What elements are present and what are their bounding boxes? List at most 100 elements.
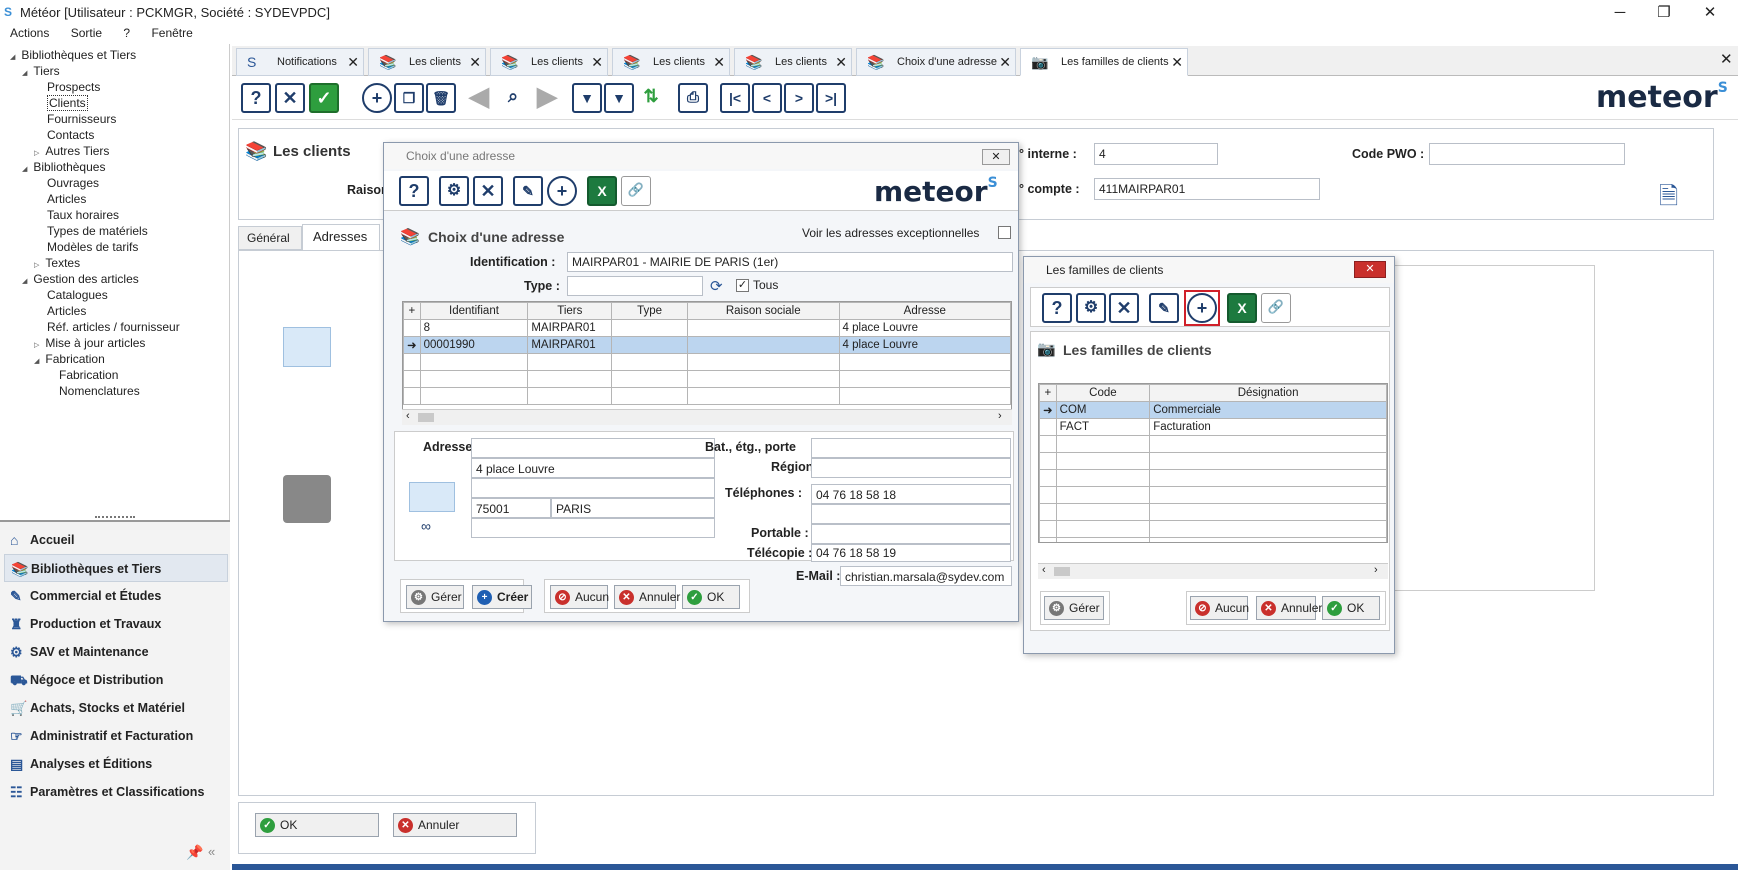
tree-item[interactable]: ◢ Bibliothèques xyxy=(22,160,105,174)
tab-close-icon[interactable]: ✕ xyxy=(347,49,359,75)
tree-item[interactable]: Nomenclatures xyxy=(46,384,140,398)
tree-item[interactable]: Fournisseurs xyxy=(34,112,116,126)
tree-item[interactable]: ▷ Mise à jour articles xyxy=(34,336,145,350)
tree-item[interactable]: ◢ Gestion des articles xyxy=(22,272,139,286)
document-tab[interactable]: S Notifications ✕ xyxy=(236,48,364,76)
validate-button[interactable]: ✓ xyxy=(309,83,339,113)
menu-help[interactable]: ? xyxy=(123,26,130,40)
tree-item[interactable]: Clients xyxy=(34,95,88,111)
document-tab[interactable]: 📷 Les familles de clients ✕ xyxy=(1020,48,1188,76)
tree-item[interactable]: Fabrication xyxy=(46,368,118,382)
add-button[interactable]: + xyxy=(547,176,577,206)
tree-item[interactable]: Taux horaires xyxy=(34,208,119,222)
tab-adresses[interactable]: Adresses xyxy=(302,224,380,250)
nav-item[interactable]: ⌂ Accueil xyxy=(4,526,228,554)
document-tab[interactable]: 📚 Les clients ✕ xyxy=(734,48,852,76)
previous-arrow-icon[interactable]: ◀ xyxy=(464,83,494,113)
restore-button[interactable]: ❐ xyxy=(1644,2,1684,24)
link-document-icon[interactable]: 🔗 xyxy=(621,176,651,206)
tree-item[interactable]: ◢ Fabrication xyxy=(34,352,105,366)
tree-expander-icon[interactable]: ▷ xyxy=(34,262,39,269)
tree-expander-icon[interactable]: ▷ xyxy=(34,150,39,157)
nav-item[interactable]: ⛟ Négoce et Distribution xyxy=(4,666,228,694)
dialog-close-button[interactable]: ✕ xyxy=(982,149,1010,165)
compte-field[interactable]: 411MAIRPAR01 xyxy=(1094,178,1320,200)
addr-line2[interactable]: 4 place Louvre xyxy=(471,458,715,478)
tree-expander-icon[interactable]: ◢ xyxy=(34,358,39,365)
col-adresse[interactable]: Adresse xyxy=(838,302,1011,320)
ok-button[interactable]: ✓ OK xyxy=(1322,596,1380,620)
cancel-button[interactable]: ✕ xyxy=(1109,293,1139,323)
first-record-button[interactable]: |< xyxy=(720,83,750,113)
email-field[interactable]: christian.marsala@sydev.com xyxy=(840,566,1012,586)
nav-item[interactable]: ⚙ SAV et Maintenance xyxy=(4,638,228,666)
tree-expander-icon[interactable]: ▷ xyxy=(34,342,39,349)
tree-expander-icon[interactable]: ◢ xyxy=(10,54,15,61)
add-button[interactable]: + xyxy=(1187,293,1217,323)
tab-close-icon[interactable]: ✕ xyxy=(835,49,847,75)
col-tiers[interactable]: Tiers xyxy=(527,302,613,320)
tab-close-icon[interactable]: ✕ xyxy=(713,49,725,75)
edit-button[interactable]: ✎ xyxy=(1149,293,1179,323)
client-ok-button[interactable]: ✓ OK xyxy=(255,813,379,837)
gerer-button[interactable]: ⚙ Gérer xyxy=(1044,596,1104,620)
sort-icon[interactable]: ⇅ xyxy=(636,83,666,113)
tree-item[interactable]: Modèles de tarifs xyxy=(34,240,138,254)
minimize-button[interactable]: ─ xyxy=(1600,2,1640,24)
search-icon[interactable]: ⟳ xyxy=(710,277,723,295)
portable-field[interactable] xyxy=(811,524,1011,544)
nav-item[interactable]: ✎ Commercial et Études xyxy=(4,582,228,610)
cp-field[interactable]: 75001 xyxy=(471,498,551,518)
region-field[interactable] xyxy=(811,458,1011,478)
addr-line5[interactable] xyxy=(471,518,715,538)
tous-checkbox[interactable]: ✓ xyxy=(736,279,749,292)
grid-corner[interactable]: + xyxy=(403,302,421,320)
nav-item[interactable]: 🛒 Achats, Stocks et Matériel xyxy=(4,694,228,722)
col-code[interactable]: Code xyxy=(1055,384,1151,402)
creer-button[interactable]: + Créer xyxy=(472,585,532,609)
telephone2-field[interactable] xyxy=(811,504,1011,524)
help-button[interactable]: ? xyxy=(399,176,429,206)
table-row[interactable]: FACT Facturation xyxy=(1039,418,1387,436)
settings-button[interactable]: ⚙ xyxy=(1076,293,1106,323)
print-button[interactable]: ⎙ xyxy=(678,83,708,113)
pwo-field[interactable] xyxy=(1429,143,1625,165)
close-all-tabs-icon[interactable]: ✕ xyxy=(1720,50,1733,68)
edit-button[interactable]: ✎ xyxy=(513,176,543,206)
ident-field[interactable]: MAIRPAR01 - MAIRIE DE PARIS (1er) xyxy=(567,252,1013,272)
nav-item[interactable]: ☞ Administratif et Facturation xyxy=(4,722,228,750)
tree-item[interactable]: Ouvrages xyxy=(34,176,99,190)
tree-expander-icon[interactable]: ◢ xyxy=(22,278,27,285)
document-tab[interactable]: 📚 Choix d'une adresse ✕ xyxy=(856,48,1016,76)
grid-corner[interactable]: + xyxy=(1039,384,1057,402)
tree-item[interactable]: Articles xyxy=(34,192,86,206)
tree-item[interactable]: ◢ Tiers xyxy=(22,64,60,78)
pin-icon[interactable]: 📌 xyxy=(186,844,203,861)
settings-button[interactable]: ⚙ xyxy=(439,176,469,206)
last-record-button[interactable]: >| xyxy=(816,83,846,113)
link-document-icon[interactable]: 🔗 xyxy=(1261,293,1291,323)
tree-expander-icon[interactable]: ◢ xyxy=(22,70,27,77)
prev-record-button[interactable]: < xyxy=(752,83,782,113)
nav-item[interactable]: ☷ Paramètres et Classifications xyxy=(4,778,228,806)
dialog-close-button[interactable]: ✕ xyxy=(1354,261,1386,278)
help-button[interactable]: ? xyxy=(241,83,271,113)
exceptionnelles-checkbox[interactable] xyxy=(998,226,1011,239)
annuler-button[interactable]: ✕ Annuler xyxy=(1256,596,1322,620)
tree-item[interactable]: ▷ Textes xyxy=(34,256,80,270)
annuler-button[interactable]: ✕ Annuler xyxy=(614,585,680,609)
client-annuler-button[interactable]: ✕ Annuler xyxy=(393,813,517,837)
col-raison-sociale[interactable]: Raison sociale xyxy=(686,302,840,320)
document-tab[interactable]: 📚 Les clients ✕ xyxy=(490,48,608,76)
tree-item[interactable]: Prospects xyxy=(34,80,100,94)
tab-close-icon[interactable]: ✕ xyxy=(999,49,1011,75)
tree-item[interactable]: Contacts xyxy=(34,128,94,142)
table-row[interactable]: ➜ 00001990 MAIRPAR01 4 place Louvre xyxy=(403,336,1011,354)
next-arrow-icon[interactable]: ▶ xyxy=(532,83,562,113)
binoculars-icon[interactable]: ∞ xyxy=(421,518,431,534)
document-tab[interactable]: 📚 Les clients ✕ xyxy=(368,48,486,76)
tab-close-icon[interactable]: ✕ xyxy=(1171,49,1183,75)
tree-item[interactable]: Types de matériels xyxy=(34,224,148,238)
tree-item[interactable]: Réf. articles / fournisseur xyxy=(34,320,180,334)
tree-item[interactable]: Catalogues xyxy=(34,288,108,302)
